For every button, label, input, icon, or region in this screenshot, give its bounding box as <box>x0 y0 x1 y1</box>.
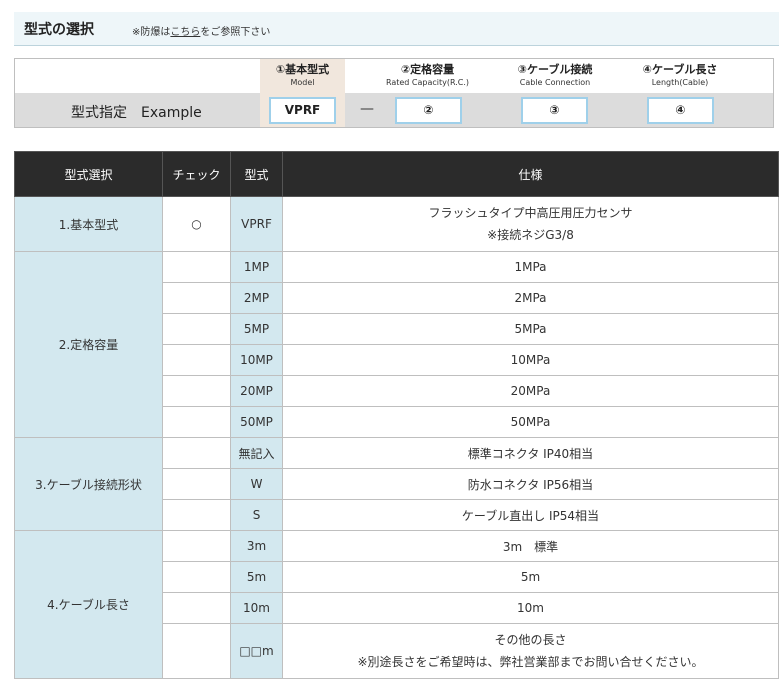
table-row: 1.基本型式 ○ VPRF フラッシュタイプ中高圧用圧力センサ ※接続ネジG3/8 <box>14 196 779 252</box>
table-row: 2.定格容量 1MP 1MPa <box>14 251 779 438</box>
check-cell[interactable] <box>162 530 231 562</box>
column-capacity: ②定格容量 Rated Capacity(R.C.) <box>385 59 470 93</box>
column-model-title: ①基本型式 <box>275 63 330 76</box>
column-cable-connection-sub: Cable Connection <box>519 78 591 87</box>
note-suffix: をご参照下さい <box>200 27 271 38</box>
check-cell[interactable] <box>162 499 231 531</box>
check-cell[interactable] <box>162 406 231 438</box>
spec-cell: 50MPa <box>282 406 779 438</box>
code-cell: 10MP <box>230 344 283 376</box>
spec-cell: 10MPa <box>282 344 779 376</box>
check-cell[interactable] <box>162 437 231 469</box>
check-cell[interactable] <box>162 375 231 407</box>
category-cell: 2.定格容量 <box>14 251 163 438</box>
column-model: ①基本型式 Model <box>260 59 345 127</box>
header-model: 型式 <box>230 151 283 197</box>
spec-cell: 5MPa <box>282 313 779 345</box>
column-capacity-title: ②定格容量 <box>400 63 455 76</box>
spec-cell: その他の長さ ※別途長さをご希望時は、弊社営業部までお問い合せください。 <box>282 623 779 679</box>
code-cell: 20MP <box>230 375 283 407</box>
explosion-proof-note: ※防爆はこちらをご参照下さい <box>132 23 270 38</box>
header-check: チェック <box>162 151 231 197</box>
table-row: 3.ケーブル接続形状 無記入 標準コネクタ IP40相当 <box>14 437 779 531</box>
section-header: 型式の選択 ※防爆はこちらをご参照下さい <box>14 12 779 46</box>
spec-cell: 20MPa <box>282 375 779 407</box>
spec-cell: ケーブル直出し IP54相当 <box>282 499 779 531</box>
code-cell: VPRF <box>230 196 283 252</box>
section-title: 型式の選択 <box>24 22 94 38</box>
check-cell[interactable] <box>162 623 231 679</box>
column-cable-length: ④ケーブル長さ Length(Cable) <box>635 59 725 93</box>
check-cell[interactable]: ○ <box>162 196 231 252</box>
check-cell[interactable] <box>162 561 231 593</box>
check-cell[interactable] <box>162 251 231 283</box>
code-cell: 3m <box>230 530 283 562</box>
spec-text: フラッシュタイプ中高圧用圧力センサ <box>428 206 633 220</box>
check-cell[interactable] <box>162 313 231 345</box>
code-cell: 50MP <box>230 406 283 438</box>
table-row: 4.ケーブル長さ 3m 3m 標準 <box>14 530 779 679</box>
spec-cell: 防水コネクタ IP56相当 <box>282 468 779 500</box>
spec-cell: 標準コネクタ IP40相当 <box>282 437 779 469</box>
code-cell: 5m <box>230 561 283 593</box>
model-selection-table: 型式選択 チェック 型式 仕様 1.基本型式 ○ VPRF フラッシュタイプ中高… <box>14 151 779 679</box>
model-code-box: VPRF <box>269 97 336 124</box>
code-cell: 1MP <box>230 251 283 283</box>
code-cell: W <box>230 468 283 500</box>
cable-length-code-box: ④ <box>647 97 714 124</box>
category-cell: 4.ケーブル長さ <box>14 530 163 679</box>
code-cell: 2MP <box>230 282 283 314</box>
model-designation-box: 型式指定 Example ①基本型式 Model VPRF — ②定格容量 Ra… <box>14 58 774 128</box>
spec-cell: フラッシュタイプ中高圧用圧力センサ ※接続ネジG3/8 <box>282 196 779 252</box>
column-cable-connection-title: ③ケーブル接続 <box>517 63 593 76</box>
spec-cell: 2MPa <box>282 282 779 314</box>
code-cell: 10m <box>230 592 283 624</box>
column-cable-connection: ③ケーブル接続 Cable Connection <box>510 59 600 93</box>
category-cell: 3.ケーブル接続形状 <box>14 437 163 531</box>
header-selection: 型式選択 <box>14 151 163 197</box>
spec-cell: 10m <box>282 592 779 624</box>
spec-note: ※接続ネジG3/8 <box>487 228 574 242</box>
spec-note: ※別途長さをご希望時は、弊社営業部までお問い合せください。 <box>357 655 704 669</box>
spec-cell: 1MPa <box>282 251 779 283</box>
code-cell: 5MP <box>230 313 283 345</box>
table-header-row: 型式選択 チェック 型式 仕様 <box>14 151 779 197</box>
spec-text: その他の長さ <box>494 633 567 647</box>
code-cell: □□m <box>230 623 283 679</box>
check-cell[interactable] <box>162 592 231 624</box>
column-cable-length-sub: Length(Cable) <box>651 78 709 87</box>
capacity-code-box: ② <box>395 97 462 124</box>
spec-cell: 5m <box>282 561 779 593</box>
spec-cell: 3m 標準 <box>282 530 779 562</box>
check-cell[interactable] <box>162 344 231 376</box>
separator-dash: — <box>360 101 374 117</box>
header-spec: 仕様 <box>282 151 779 197</box>
check-cell[interactable] <box>162 468 231 500</box>
code-cell: S <box>230 499 283 531</box>
column-cable-length-title: ④ケーブル長さ <box>642 63 718 76</box>
check-cell[interactable] <box>162 282 231 314</box>
category-cell: 1.基本型式 <box>14 196 163 252</box>
cable-connection-code-box: ③ <box>521 97 588 124</box>
note-prefix: ※防爆は <box>132 27 171 38</box>
column-capacity-sub: Rated Capacity(R.C.) <box>385 78 470 87</box>
note-link[interactable]: こちら <box>170 27 200 38</box>
code-cell: 無記入 <box>230 437 283 469</box>
model-designation-label: 型式指定 Example <box>71 105 202 121</box>
column-model-sub: Model <box>290 78 315 87</box>
